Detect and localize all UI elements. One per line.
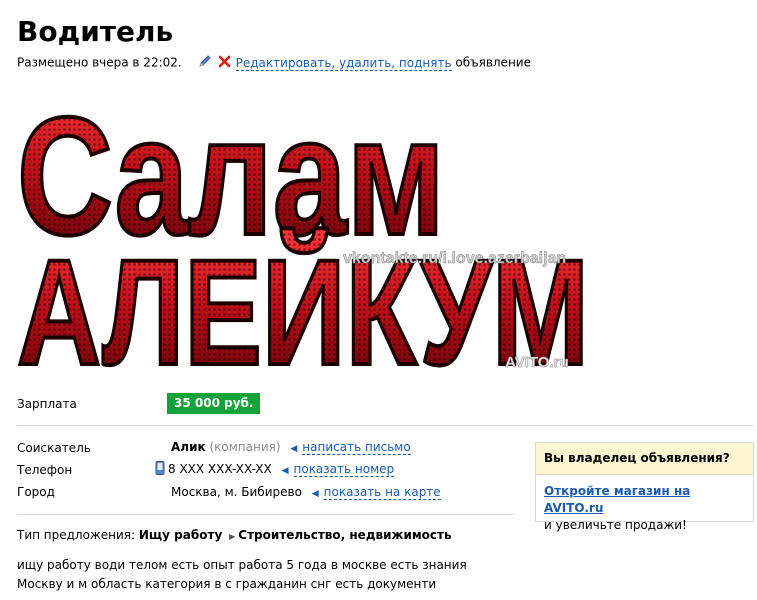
city-value: Москва, м. Бибирево [171, 485, 302, 499]
applicant-type: (компания) [209, 440, 281, 454]
phone-row: 8 XXX XXX-XX-XX ◀ показать номер [155, 461, 395, 479]
triangle-right-icon: ▶ [229, 532, 236, 541]
ad-description: ищу работу води телом есть опыт работа 5… [17, 556, 517, 594]
show-phone-link[interactable]: показать номер [293, 462, 395, 477]
pencil-icon[interactable] [198, 54, 212, 72]
description-line: ищу работу води телом есть опыт работа 5… [17, 558, 467, 572]
banner-watermark: vkontakte.ru/i.love.azerbaijan [343, 250, 566, 267]
applicant-row: Алик (компания) ◀ написать письмо [171, 439, 411, 457]
salary-label: Зарплата [17, 397, 77, 411]
description-line: Москву и м область категория в с граждан… [17, 577, 437, 591]
edit-ad-suffix: объявление [455, 55, 531, 70]
phone-value: 8 XXX XXX-XX-XX [168, 462, 272, 476]
phone-label: Телефон [17, 463, 73, 477]
divider [17, 514, 514, 515]
applicant-label: Соискатель [17, 441, 91, 455]
owner-box: Вы владелец объявления? Откройте магазин… [535, 442, 754, 532]
city-row: Москва, м. Бибирево ◀ показать на карте [171, 484, 441, 502]
triangle-left-icon: ◀ [281, 466, 289, 476]
ad-image: Салам Салам АЛЕЙКУМ АЛЕЙКУМ vkontakte.ru… [15, 80, 601, 398]
phone-icon [155, 461, 165, 479]
write-message-link[interactable]: написать письмо [302, 440, 411, 455]
city-label: Город [17, 485, 55, 499]
triangle-left-icon: ◀ [290, 444, 298, 454]
offer-type-label: Тип предложения: [17, 528, 136, 542]
avito-watermark: AVITO.ru [505, 354, 569, 371]
delete-icon[interactable] [218, 55, 231, 72]
divider [17, 425, 753, 426]
posted-info: Размещено вчера в 22:02. Редактировать, … [17, 54, 531, 72]
owner-box-heading: Вы владелец объявления? [536, 443, 753, 475]
applicant-name: Алик [171, 440, 206, 454]
owner-box-body: Откройте магазин на AVITO.ru и увеличьте… [536, 475, 753, 542]
triangle-left-icon: ◀ [311, 489, 319, 499]
edit-ad-link[interactable]: Редактировать, удалить, поднять [235, 55, 452, 71]
posted-date: Размещено вчера в 22:02. [17, 55, 182, 70]
offer-category: Строительство, недвижимость [238, 528, 452, 542]
open-shop-link[interactable]: Откройте магазин на AVITO.ru [544, 484, 690, 515]
show-map-link[interactable]: показать на карте [323, 485, 441, 500]
offer-type-row: Тип предложения: Ищу работу ▶ Строительст… [17, 527, 452, 545]
offer-type-value: Ищу работу [138, 528, 223, 542]
page-title: Водитель [17, 15, 174, 48]
owner-box-tail: и увеличьте продажи! [544, 518, 687, 532]
salary-badge: 35 000 руб. [167, 393, 261, 414]
